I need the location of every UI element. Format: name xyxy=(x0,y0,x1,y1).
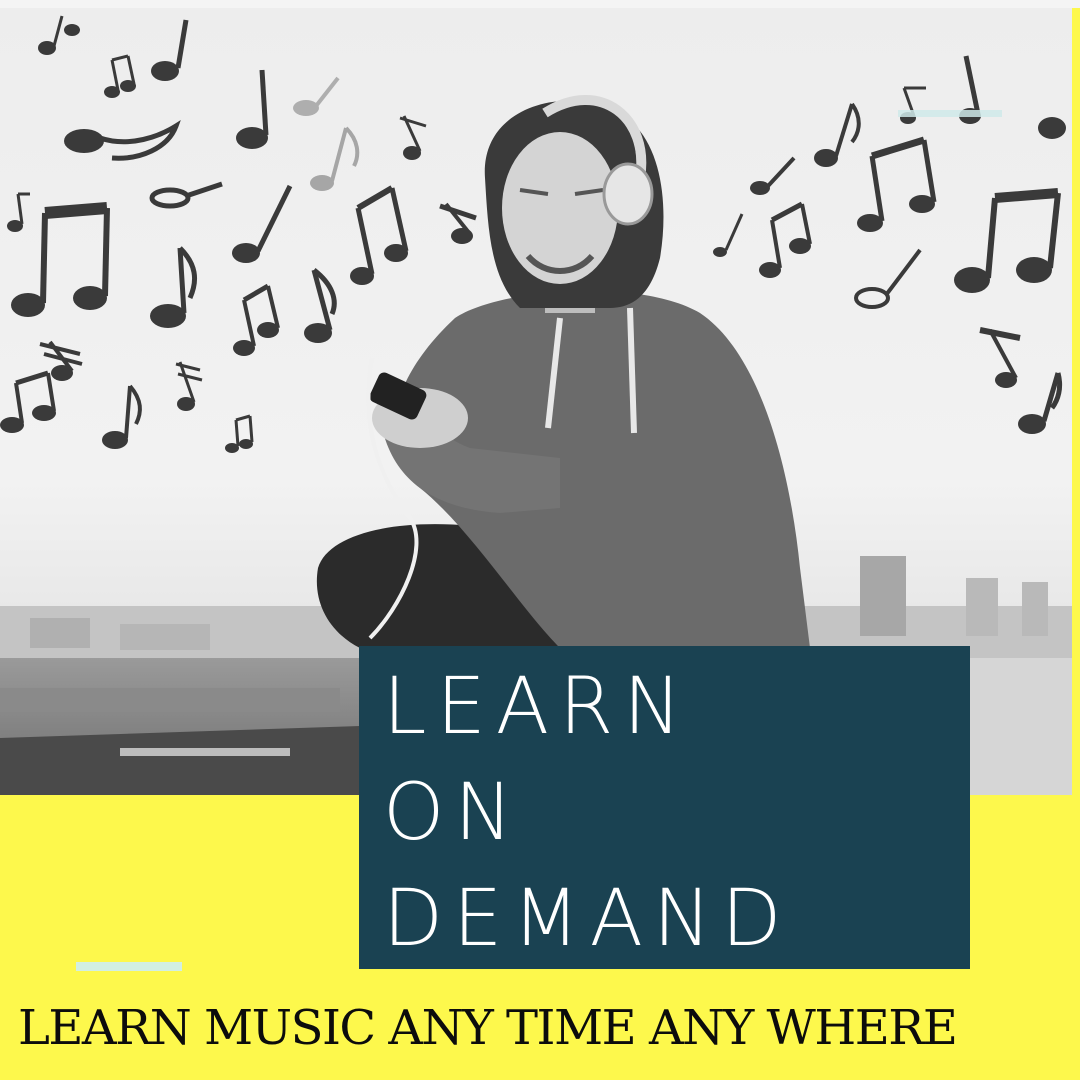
tagline: LEARN MUSIC ANY TIME ANY WHERE xyxy=(18,1000,958,1056)
headline-box: LEARN ON DEMAND xyxy=(359,646,970,969)
accent-dash-top xyxy=(898,110,1002,117)
headline-line-1: LEARN xyxy=(383,662,692,752)
headline-line-2: ON xyxy=(383,768,523,858)
accent-dash xyxy=(76,962,182,971)
headline-line-3: DEMAND xyxy=(383,874,792,964)
top-strip xyxy=(0,0,1080,8)
poster: LEARN ON DEMAND LEARN MUSIC ANY TIME ANY… xyxy=(0,0,1080,1080)
eighth-note-10 xyxy=(1038,117,1066,139)
